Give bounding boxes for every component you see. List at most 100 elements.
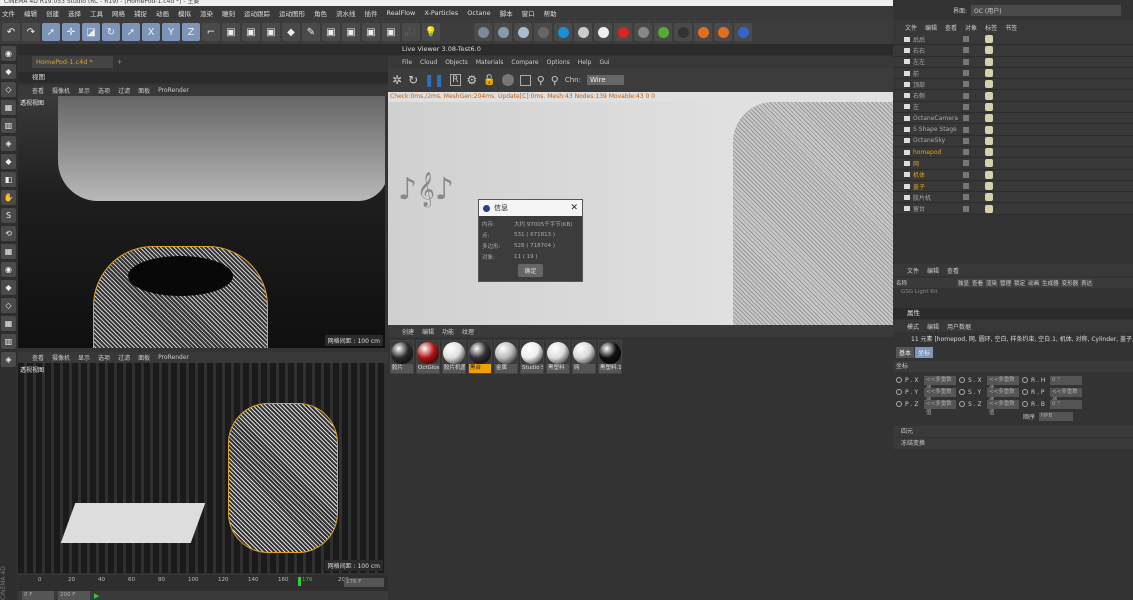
tag-icon[interactable]	[985, 57, 993, 66]
layout-select[interactable]: OC (用户)	[971, 4, 1122, 16]
tag-icon[interactable]	[985, 204, 993, 213]
tag-icon[interactable]	[985, 102, 993, 111]
material-swatch[interactable]: 胶片机盖	[442, 340, 466, 374]
left-tool-icon[interactable]: ◈	[1, 352, 16, 367]
clay-mode-icon[interactable]: ✲	[392, 73, 402, 87]
visibility-toggle[interactable]	[963, 81, 969, 88]
settings-icon[interactable]: ⚙	[467, 73, 478, 87]
octane-specular-icon[interactable]	[514, 23, 532, 41]
viewport-menu-item[interactable]: 显示	[78, 86, 90, 95]
octane-hdri-icon[interactable]	[574, 23, 592, 41]
light-icon[interactable]: 💡	[422, 23, 440, 41]
viewport-menu-item[interactable]: 选项	[98, 86, 110, 95]
object-row[interactable]: 左	[893, 102, 1133, 114]
left-tool-icon[interactable]: ◆	[1, 64, 16, 79]
menu-item[interactable]: 角色	[314, 8, 327, 18]
radio-icon[interactable]	[896, 377, 902, 383]
tag-icon[interactable]	[985, 148, 993, 157]
octane-s-orange-icon[interactable]	[694, 23, 712, 41]
collapsible-section[interactable]: 四元	[893, 426, 1133, 437]
menu-item[interactable]: 动画	[156, 8, 169, 18]
object-name[interactable]: 机体	[913, 170, 925, 179]
material-swatch[interactable]: 黑塑料	[546, 340, 570, 374]
object-menu-item[interactable]: 标签	[985, 23, 997, 32]
tag-icon[interactable]	[985, 170, 993, 179]
coord-field[interactable]: <<多重数值	[1050, 387, 1082, 404]
viewport-menu-item[interactable]: 显示	[78, 353, 90, 362]
object-name[interactable]: OctaneSky	[913, 137, 945, 144]
focus-icon[interactable]	[519, 74, 531, 86]
material-ball-icon[interactable]	[501, 74, 514, 86]
radio-icon[interactable]	[1022, 377, 1028, 383]
left-tool-icon[interactable]: ◆	[1, 280, 16, 295]
menu-item[interactable]: 渲染	[200, 8, 213, 18]
material-swatch[interactable]: 黑塑料.1	[598, 340, 622, 374]
coord-field[interactable]: <<多重数值	[987, 375, 1019, 392]
object-name[interactable]: homepod	[913, 149, 941, 156]
visibility-toggle[interactable]	[963, 171, 969, 178]
live-viewer-menu-item[interactable]: Objects	[445, 59, 468, 66]
object-name[interactable]: 顶部	[913, 80, 925, 89]
render-view-icon[interactable]: ▣	[222, 23, 240, 41]
attr-menu-item[interactable]: 用户数据	[947, 322, 971, 331]
object-row[interactable]: 顶部	[893, 79, 1133, 91]
tag-icon[interactable]	[985, 35, 993, 44]
left-tool-icon[interactable]: ▦	[1, 316, 16, 331]
object-name[interactable]: 左左	[913, 57, 925, 66]
coord-field[interactable]: 0 °	[1050, 375, 1082, 385]
object-name[interactable]: S Shape Stage	[913, 126, 957, 133]
object-name[interactable]: OctaneCamera	[913, 115, 958, 122]
octane-area-light-icon[interactable]	[594, 23, 612, 41]
coord-field[interactable]: <<多重数值	[987, 387, 1019, 404]
layer-column-header[interactable]: 渲染	[985, 279, 999, 287]
material-swatch[interactable]: 金属	[494, 340, 518, 374]
ok-button[interactable]: 确定	[518, 264, 543, 277]
menu-item[interactable]: 文件	[2, 8, 15, 18]
radio-icon[interactable]	[896, 389, 902, 395]
tag-icon[interactable]	[985, 80, 993, 89]
material-swatch[interactable]: 黑台	[468, 340, 492, 374]
current-frame-field[interactable]: 176 F	[344, 578, 384, 587]
object-row[interactable]: homepod	[893, 147, 1133, 159]
object-name[interactable]: 盖子	[913, 182, 925, 191]
add-tab-button[interactable]: +	[117, 58, 123, 66]
restart-icon[interactable]: ↻	[408, 73, 418, 87]
order-select[interactable]: HPB	[1039, 412, 1074, 421]
viewport-menu-item[interactable]: 查看	[32, 353, 44, 362]
viewport-menu-item[interactable]: 摄像机	[52, 86, 70, 95]
left-tool-icon[interactable]: ▦	[1, 244, 16, 259]
camera-icon[interactable]: 🎥	[402, 23, 420, 41]
object-name[interactable]: 留台	[913, 204, 925, 213]
layer-row[interactable]: GSG Light Kit	[901, 289, 938, 295]
coord-field[interactable]: <<多重数值	[924, 375, 956, 392]
left-tool-icon[interactable]: ▥	[1, 334, 16, 349]
end-frame-field[interactable]: 200 F	[58, 591, 90, 600]
octane-camera-icon[interactable]	[614, 23, 632, 41]
left-tool-icon[interactable]: ▥	[1, 118, 16, 133]
menu-item[interactable]: 选择	[68, 8, 81, 18]
menu-item[interactable]: 雕刻	[222, 8, 235, 18]
scale-icon[interactable]: ◪	[82, 23, 100, 41]
radio-icon[interactable]	[1022, 401, 1028, 407]
z-axis-icon[interactable]: Z	[182, 23, 200, 41]
layer-column-header[interactable]: 名称	[896, 279, 956, 287]
visibility-toggle[interactable]	[963, 47, 969, 54]
left-tool-icon[interactable]: ◇	[1, 298, 16, 313]
cloner-icon[interactable]: ▣	[342, 23, 360, 41]
subdivision-icon[interactable]: ▣	[322, 23, 340, 41]
menu-item[interactable]: 创建	[46, 8, 59, 18]
object-menu-item[interactable]: 编辑	[925, 23, 937, 32]
object-name[interactable]: 胶片机	[913, 193, 931, 202]
octane-mix-icon[interactable]	[534, 23, 552, 41]
octane-glossy-icon[interactable]	[494, 23, 512, 41]
object-row[interactable]: 左左	[893, 57, 1133, 68]
lock-icon[interactable]: 🔓	[483, 75, 495, 86]
material-menu-item[interactable]: 编辑	[422, 327, 434, 336]
material-swatch[interactable]: Studio S	[520, 340, 544, 374]
region-render-icon[interactable]: R	[450, 74, 461, 86]
layer-column-header[interactable]: 动画	[1027, 279, 1041, 287]
visibility-toggle[interactable]	[963, 103, 969, 110]
menu-item[interactable]: 网格	[112, 8, 125, 18]
render-view[interactable]: ♪𝄞♪	[388, 102, 893, 325]
viewport-menu-item[interactable]: ProRender	[158, 354, 189, 361]
